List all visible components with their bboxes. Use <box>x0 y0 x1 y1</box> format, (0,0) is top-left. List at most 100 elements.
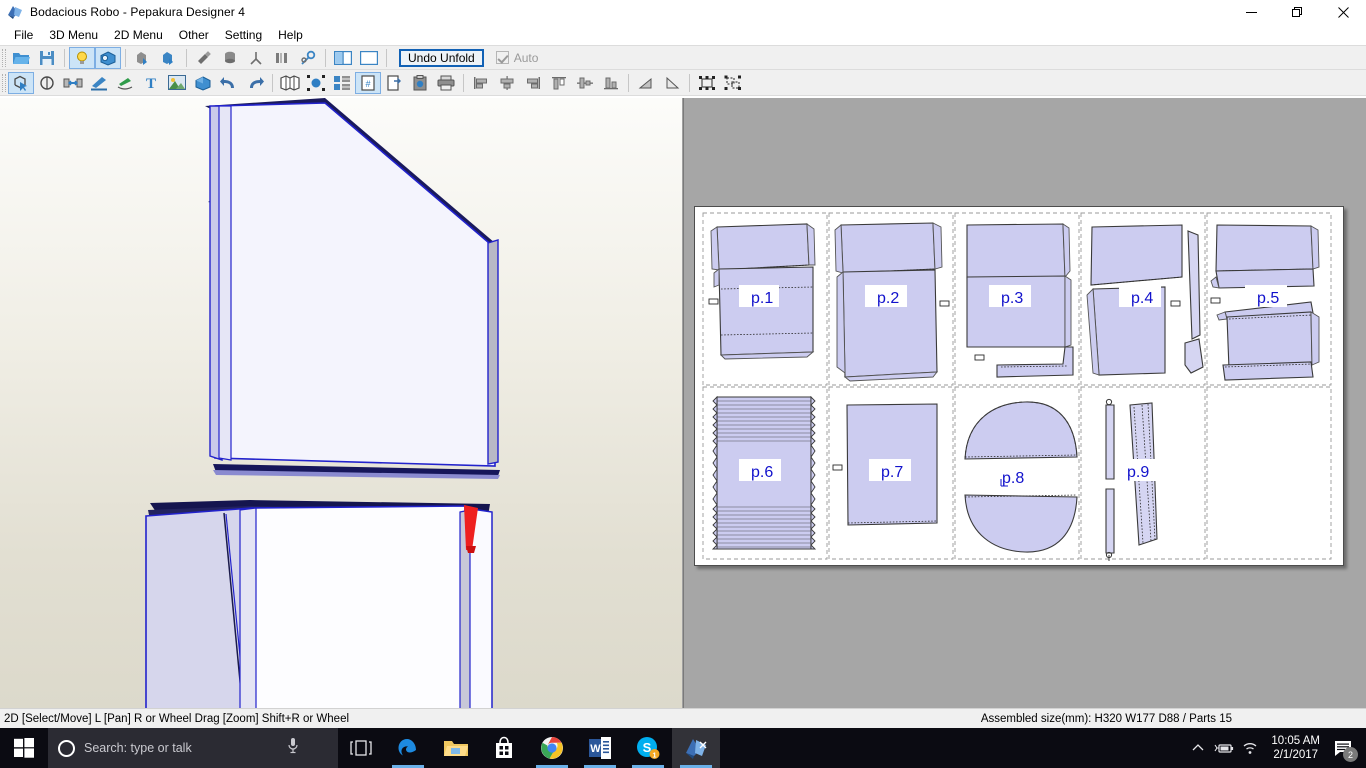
system-tray: 10:05 AM 2/1/2017 2 <box>1185 728 1366 768</box>
part-group-p5: p.5 <box>1210 224 1320 381</box>
toolbar-grip[interactable] <box>2 48 6 67</box>
window-title: Bodacious Robo - Pepakura Designer 4 <box>30 5 246 19</box>
align-bottom-icon[interactable] <box>598 72 624 94</box>
page-label-2: p.2 <box>877 290 899 307</box>
glue-icon[interactable] <box>191 47 217 69</box>
undo-icon[interactable] <box>216 72 242 94</box>
group-icon[interactable] <box>694 72 720 94</box>
taskbar-word[interactable]: W <box>576 728 624 768</box>
tray-chevron-up-icon[interactable] <box>1185 728 1211 768</box>
scale-icon[interactable] <box>303 72 329 94</box>
undo-unfold-button[interactable]: Undo Unfold <box>399 48 484 67</box>
main-workspace: .pf { fill:#ccccf0; stroke:#3a3a3a; stro… <box>0 98 1366 708</box>
save-icon[interactable] <box>34 47 60 69</box>
rotate-model-icon[interactable] <box>130 47 156 69</box>
join-disconnect-icon[interactable] <box>60 72 86 94</box>
edit-line-icon[interactable] <box>112 72 138 94</box>
page-label-7: p.7 <box>881 464 903 481</box>
auto-checkbox[interactable] <box>495 51 509 64</box>
menu-2d[interactable]: 2D Menu <box>106 26 171 44</box>
select-move-icon[interactable] <box>8 71 34 94</box>
action-center-badge: 2 <box>1343 747 1358 762</box>
auto-checkbox-group[interactable]: Auto <box>495 51 538 65</box>
paint-model-icon[interactable] <box>156 47 182 69</box>
lightbulb-icon[interactable] <box>69 46 95 69</box>
clock-time: 10:05 AM <box>1271 735 1320 747</box>
menu-bar: File 3D Menu 2D Menu Other Setting Help <box>0 24 1366 45</box>
redo-icon[interactable] <box>242 72 268 94</box>
texture-icon[interactable] <box>95 46 121 69</box>
axes-icon[interactable] <box>243 47 269 69</box>
cylinder-icon[interactable] <box>217 47 243 69</box>
columns-icon[interactable] <box>269 47 295 69</box>
status-bar: 2D [Select/Move] L [Pan] R or Wheel Drag… <box>0 708 1366 728</box>
menu-other[interactable]: Other <box>171 26 217 44</box>
print-icon[interactable] <box>433 72 459 94</box>
export-icon[interactable] <box>381 72 407 94</box>
page-label-6: p.6 <box>751 464 773 481</box>
taskbar-file-explorer[interactable] <box>432 728 480 768</box>
single-view-icon[interactable] <box>356 47 382 69</box>
menu-setting[interactable]: Setting <box>217 26 270 44</box>
page-label-3: p.3 <box>1001 290 1023 307</box>
layout-icon[interactable] <box>329 72 355 94</box>
model-upper-part <box>205 98 500 479</box>
taskbar-pepakura[interactable] <box>672 728 720 768</box>
flip-horizontal-icon[interactable] <box>633 72 659 94</box>
window-controls <box>1228 0 1366 24</box>
toolbar-separator <box>689 73 690 92</box>
view-2d-panel[interactable]: .pf { fill:#ccccf0; stroke:#3a3a3a; stro… <box>683 98 1366 708</box>
page-number-icon[interactable]: # <box>355 71 381 94</box>
task-view-button[interactable] <box>338 728 384 768</box>
close-button[interactable] <box>1320 0 1366 24</box>
unfold-icon[interactable] <box>295 47 321 69</box>
shape-tool-icon[interactable] <box>190 72 216 94</box>
align-right-icon[interactable] <box>520 72 546 94</box>
text-tool-icon[interactable]: T <box>138 72 164 94</box>
taskbar-chrome[interactable] <box>528 728 576 768</box>
assembled-size-info: Assembled size(mm): H320 W177 D88 / Part… <box>980 712 1232 725</box>
search-input[interactable]: Search: type or talk <box>48 728 338 768</box>
unfold-sheet[interactable]: .pf { fill:#ccccf0; stroke:#3a3a3a; stro… <box>694 206 1344 566</box>
unfold-all-icon[interactable] <box>277 72 303 94</box>
clipboard-icon[interactable] <box>407 72 433 94</box>
taskbar-edge[interactable] <box>384 728 432 768</box>
tray-battery-icon[interactable] <box>1211 728 1237 768</box>
action-center-button[interactable]: 2 <box>1328 728 1360 768</box>
menu-3d[interactable]: 3D Menu <box>41 26 106 44</box>
toolbar-grip[interactable] <box>2 73 6 92</box>
align-top-icon[interactable] <box>546 72 572 94</box>
taskbar-skype[interactable]: S 1 <box>624 728 672 768</box>
minimize-button[interactable] <box>1228 0 1274 24</box>
align-left-icon[interactable] <box>468 72 494 94</box>
page-label-8: p.8 <box>1002 470 1024 487</box>
microphone-icon[interactable] <box>286 737 300 760</box>
view-3d-panel[interactable] <box>0 98 683 708</box>
flip-vertical-icon[interactable] <box>659 72 685 94</box>
rotate-part-icon[interactable] <box>34 72 60 94</box>
ungroup-icon[interactable] <box>720 72 746 94</box>
model-3d-canvas <box>145 98 500 708</box>
toolbar-separator <box>386 48 387 67</box>
part-group-p9: p.9 <box>1105 398 1163 561</box>
start-button[interactable] <box>0 728 48 768</box>
part-group-p1: p.1 <box>708 223 816 360</box>
menu-help[interactable]: Help <box>270 26 311 44</box>
align-center-icon[interactable] <box>494 72 520 94</box>
toolbar-separator <box>463 73 464 92</box>
taskbar-store[interactable] <box>480 728 528 768</box>
align-middle-icon[interactable] <box>572 72 598 94</box>
cortana-icon <box>58 739 75 757</box>
tray-wifi-icon[interactable] <box>1237 728 1263 768</box>
toolbar-secondary: T # <box>0 70 1366 96</box>
maximize-button[interactable] <box>1274 0 1320 24</box>
taskbar-clock[interactable]: 10:05 AM 2/1/2017 <box>1263 734 1328 762</box>
menu-file[interactable]: File <box>6 26 41 44</box>
svg-text:T: T <box>146 76 156 91</box>
open-icon[interactable] <box>8 47 34 69</box>
edit-flap-icon[interactable] <box>86 72 112 94</box>
split-view-icon[interactable] <box>330 47 356 69</box>
toolbar-separator <box>272 73 273 92</box>
image-tool-icon[interactable] <box>164 72 190 94</box>
title-bar: Bodacious Robo - Pepakura Designer 4 <box>0 0 1366 24</box>
